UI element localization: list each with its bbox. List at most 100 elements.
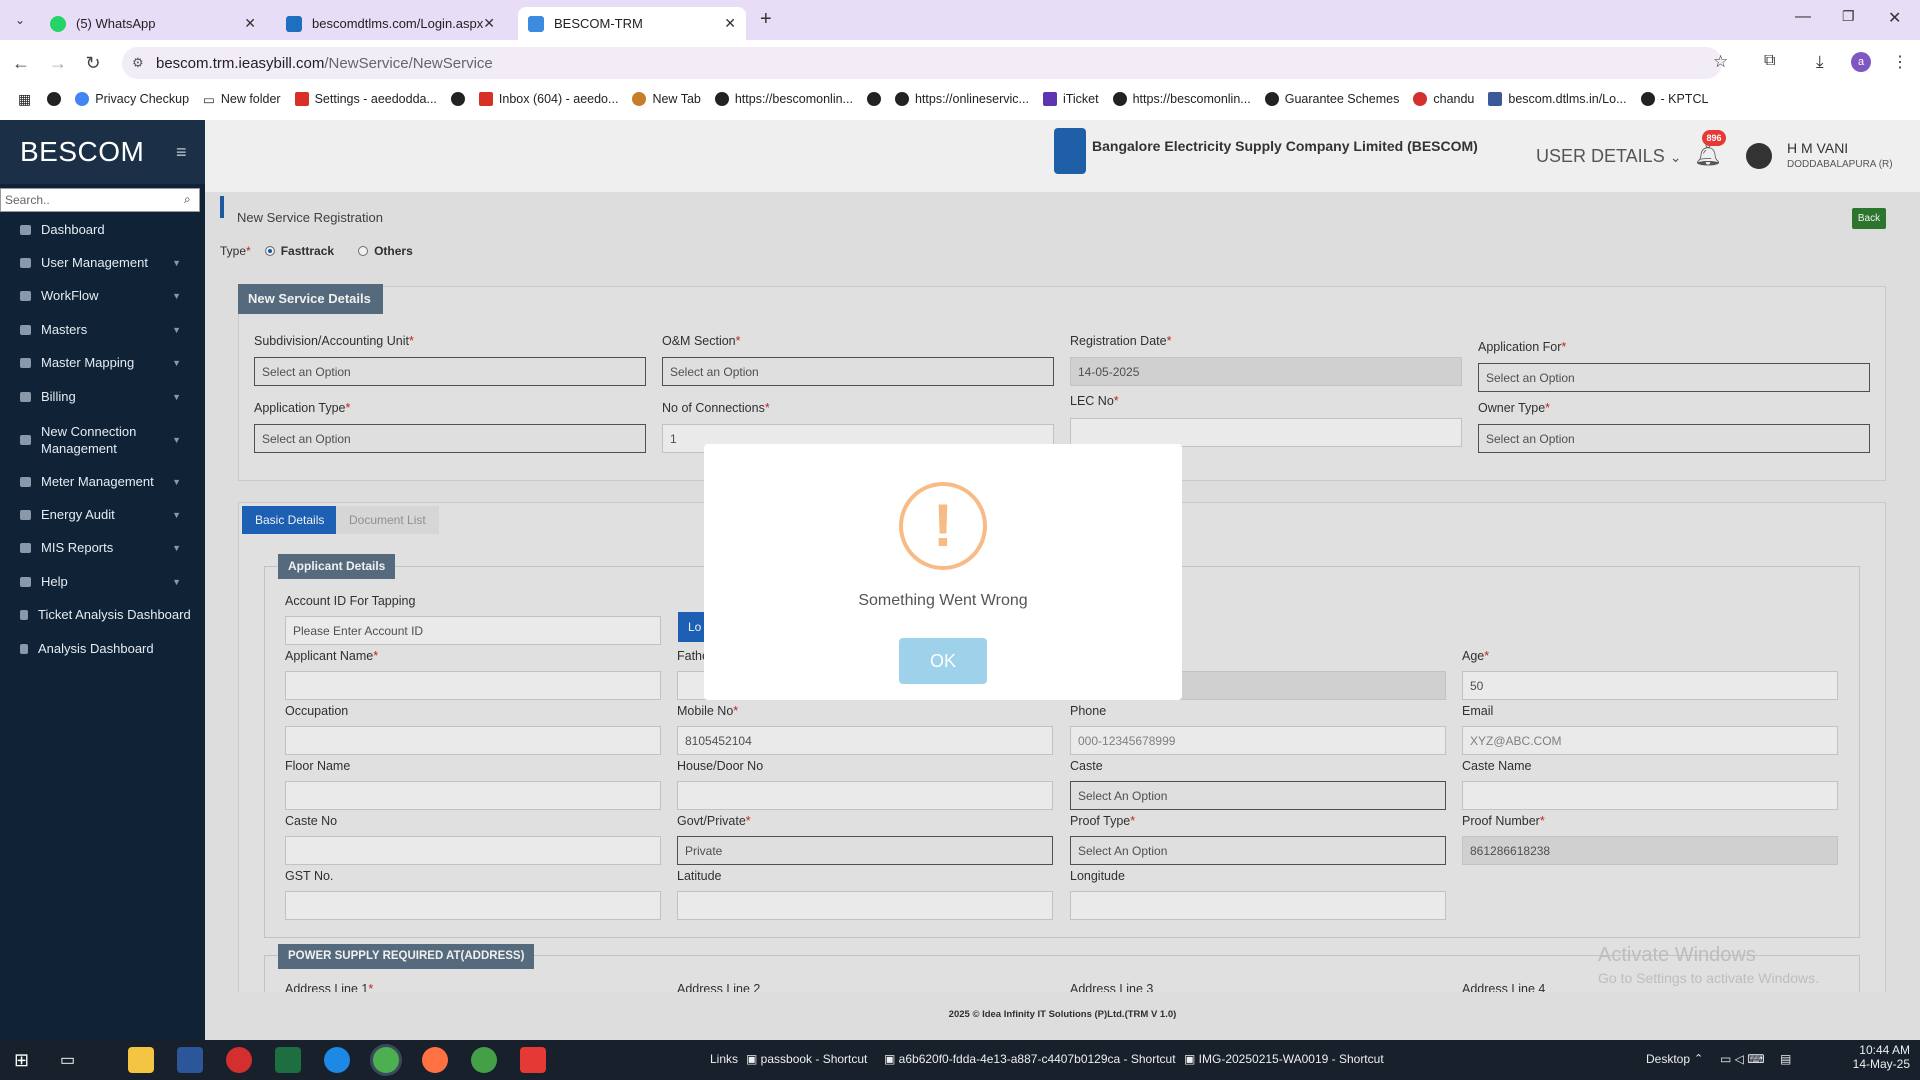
opera-icon[interactable] xyxy=(226,1047,252,1073)
browser-tab-whatsapp[interactable]: (5) WhatsApp ✕ xyxy=(40,7,266,40)
globe-icon xyxy=(1264,92,1279,106)
sidebar-item-master-mapping[interactable]: Master Mapping ▼ xyxy=(0,346,205,379)
bookmark-item[interactable]: New Tab xyxy=(632,92,701,106)
monitor-icon xyxy=(20,391,31,402)
new-tab-button[interactable]: + xyxy=(760,8,772,31)
restore-button[interactable]: ❐ xyxy=(1842,8,1855,25)
browser-tab-bescom-trm[interactable]: BESCOM-TRM ✕ xyxy=(518,7,746,40)
user-details-dropdown[interactable]: USER DETAILS ⌄ xyxy=(1536,146,1681,167)
window-close-button[interactable]: ✕ xyxy=(1888,8,1901,28)
bookmark-item[interactable]: Privacy Checkup xyxy=(75,92,189,106)
help-icon xyxy=(20,576,31,587)
search-icon[interactable]: ⌕ xyxy=(184,192,191,207)
taskbar-shortcut[interactable]: ▣ passbook - Shortcut xyxy=(746,1052,867,1066)
bookmark-star-icon[interactable]: ☆ xyxy=(1713,52,1728,72)
action-center-icon[interactable]: ▤ xyxy=(1780,1052,1791,1066)
sidebar-item-masters[interactable]: Masters ▼ xyxy=(0,313,205,346)
bookmark-item[interactable]: iTicket xyxy=(1042,92,1099,106)
bookmark-item[interactable]: https://bescomonlin... xyxy=(714,92,853,106)
app-brand[interactable]: BESCOM xyxy=(0,120,205,184)
sidebar-item-meter-management[interactable]: Meter Management ▼ xyxy=(0,465,205,498)
browser-tab-login[interactable]: bescomdtlms.com/Login.aspx ✕ xyxy=(276,7,504,40)
sidebar-item-mis-reports[interactable]: MIS Reports ▼ xyxy=(0,531,205,564)
gmail-icon xyxy=(478,92,493,106)
firefox-icon[interactable] xyxy=(422,1047,448,1073)
chandu-icon xyxy=(1413,92,1428,106)
sidebar-item-help[interactable]: Help ▼ xyxy=(0,565,205,598)
bookmark-label: Inbox (604) - aeedo... xyxy=(498,92,619,106)
back-arrow-icon[interactable]: ← xyxy=(10,52,32,74)
excel-icon[interactable] xyxy=(275,1047,301,1073)
vivaldi-icon[interactable] xyxy=(520,1047,546,1073)
file-explorer-icon[interactable] xyxy=(128,1047,154,1073)
sidebar-item-workflow[interactable]: WorkFlow ▼ xyxy=(0,279,205,312)
apps-grid-icon[interactable]: ▦ xyxy=(18,91,31,108)
bookmark-item[interactable]: Settings - aeedodda... xyxy=(294,92,437,106)
close-icon[interactable]: ✕ xyxy=(724,15,736,32)
task-view-icon[interactable]: ▭ xyxy=(60,1050,75,1070)
sidebar-item-new-connection-management[interactable]: New Connection Management ▼ xyxy=(0,420,205,460)
sidebar-item-user-management[interactable]: User Management ▼ xyxy=(0,246,205,279)
tab-search-icon[interactable]: ⌄ xyxy=(10,10,30,30)
word-icon[interactable] xyxy=(177,1047,203,1073)
chevron-up-icon[interactable]: ⌃ xyxy=(1694,1052,1703,1065)
bookmark-label: iTicket xyxy=(1062,92,1099,106)
sitemap-icon xyxy=(20,357,31,368)
links-label: Links xyxy=(710,1052,739,1066)
extensions-icon[interactable]: ⧉ xyxy=(1764,52,1775,70)
iticket-icon xyxy=(1042,92,1057,106)
sidebar-item-label: WorkFlow xyxy=(41,288,99,303)
bookmark-item[interactable]: Inbox (604) - aeedo... xyxy=(478,92,619,106)
sidebar-item-dashboard[interactable]: Dashboard xyxy=(0,213,205,246)
user-avatar[interactable] xyxy=(1746,143,1772,169)
bookmark-item[interactable]: bescom.dtlms.in/Lo... xyxy=(1488,92,1627,106)
site-info-icon[interactable]: ⚙ xyxy=(132,55,144,71)
windows-start-icon[interactable]: ⊞ xyxy=(14,1050,29,1071)
desktop-toolbar[interactable]: Desktop xyxy=(1646,1052,1690,1066)
close-icon[interactable]: ✕ xyxy=(483,15,495,32)
edge-icon[interactable] xyxy=(324,1047,350,1073)
bookmark-item[interactable]: https://bescomonlin... xyxy=(1112,92,1251,106)
bookmark-item[interactable]: ▭ New folder xyxy=(203,92,281,107)
close-icon[interactable]: ✕ xyxy=(244,15,256,32)
minimize-button[interactable]: — xyxy=(1795,8,1811,26)
address-bar[interactable]: bescom.trm.ieasybill.com/NewService/NewS… xyxy=(122,47,1722,79)
hamburger-menu-icon[interactable]: ≡ xyxy=(176,142,187,163)
bookmark-item[interactable]: chandu xyxy=(1413,92,1474,106)
chrome-profile-icon[interactable] xyxy=(471,1047,497,1073)
bookmark-item[interactable] xyxy=(47,92,62,106)
sidebar-item-billing[interactable]: Billing ▼ xyxy=(0,380,205,413)
taskbar-shortcut[interactable]: ▣ a6b620f0-fdda-4e13-a887-c4407b0129ca -… xyxy=(884,1052,1176,1066)
ok-button[interactable]: OK xyxy=(899,638,987,684)
bookmark-item[interactable] xyxy=(866,92,881,106)
bookmark-item[interactable]: - KPTCL xyxy=(1640,92,1708,106)
browser-menu-icon[interactable]: ⋮ xyxy=(1892,52,1908,72)
sidebar-item-label: User Management xyxy=(41,255,148,270)
bookmark-item[interactable] xyxy=(450,92,465,106)
user-location: DODDABALAPURA (R) xyxy=(1787,159,1893,170)
forward-arrow-icon[interactable]: → xyxy=(47,52,69,74)
tab-title: BESCOM-TRM xyxy=(554,16,643,31)
bookmark-item[interactable]: https://onlineservic... xyxy=(894,92,1029,106)
sidebar-item-label: Ticket Analysis Dashboard xyxy=(38,607,191,622)
globe-icon xyxy=(894,92,909,106)
url-host: bescom.trm.ieasybill.com xyxy=(156,54,325,72)
user-icon xyxy=(20,257,31,268)
whatsapp-icon xyxy=(50,15,66,32)
sidebar-item-ticket-analysis-dashboard[interactable]: Ticket Analysis Dashboard xyxy=(0,598,205,631)
clock[interactable]: 10:44 AM 14-May-25 xyxy=(1840,1043,1910,1071)
sidebar-item-energy-audit[interactable]: Energy Audit ▼ xyxy=(0,498,205,531)
chevron-down-icon: ▼ xyxy=(172,357,181,368)
profile-avatar[interactable]: a xyxy=(1851,52,1871,72)
sidebar-search-input[interactable]: Search.. xyxy=(0,188,200,212)
chevron-down-icon: ▼ xyxy=(172,576,181,587)
shortcut-icon: ▣ xyxy=(746,1052,761,1066)
chrome-icon[interactable] xyxy=(373,1047,399,1073)
download-icon[interactable]: ⤓ xyxy=(1816,52,1824,72)
bookmarks-bar: ▦ Privacy Checkup ▭ New folder Settings -… xyxy=(0,88,1920,110)
reload-icon[interactable]: ↻ xyxy=(82,52,104,74)
taskbar-shortcut[interactable]: ▣ IMG-20250215-WA0019 - Shortcut xyxy=(1184,1052,1384,1066)
bookmark-item[interactable]: Guarantee Schemes xyxy=(1264,92,1399,106)
system-tray-icons[interactable]: ▭ ◁ ⌨ xyxy=(1720,1052,1765,1066)
sidebar-item-analysis-dashboard[interactable]: Analysis Dashboard xyxy=(0,632,205,665)
